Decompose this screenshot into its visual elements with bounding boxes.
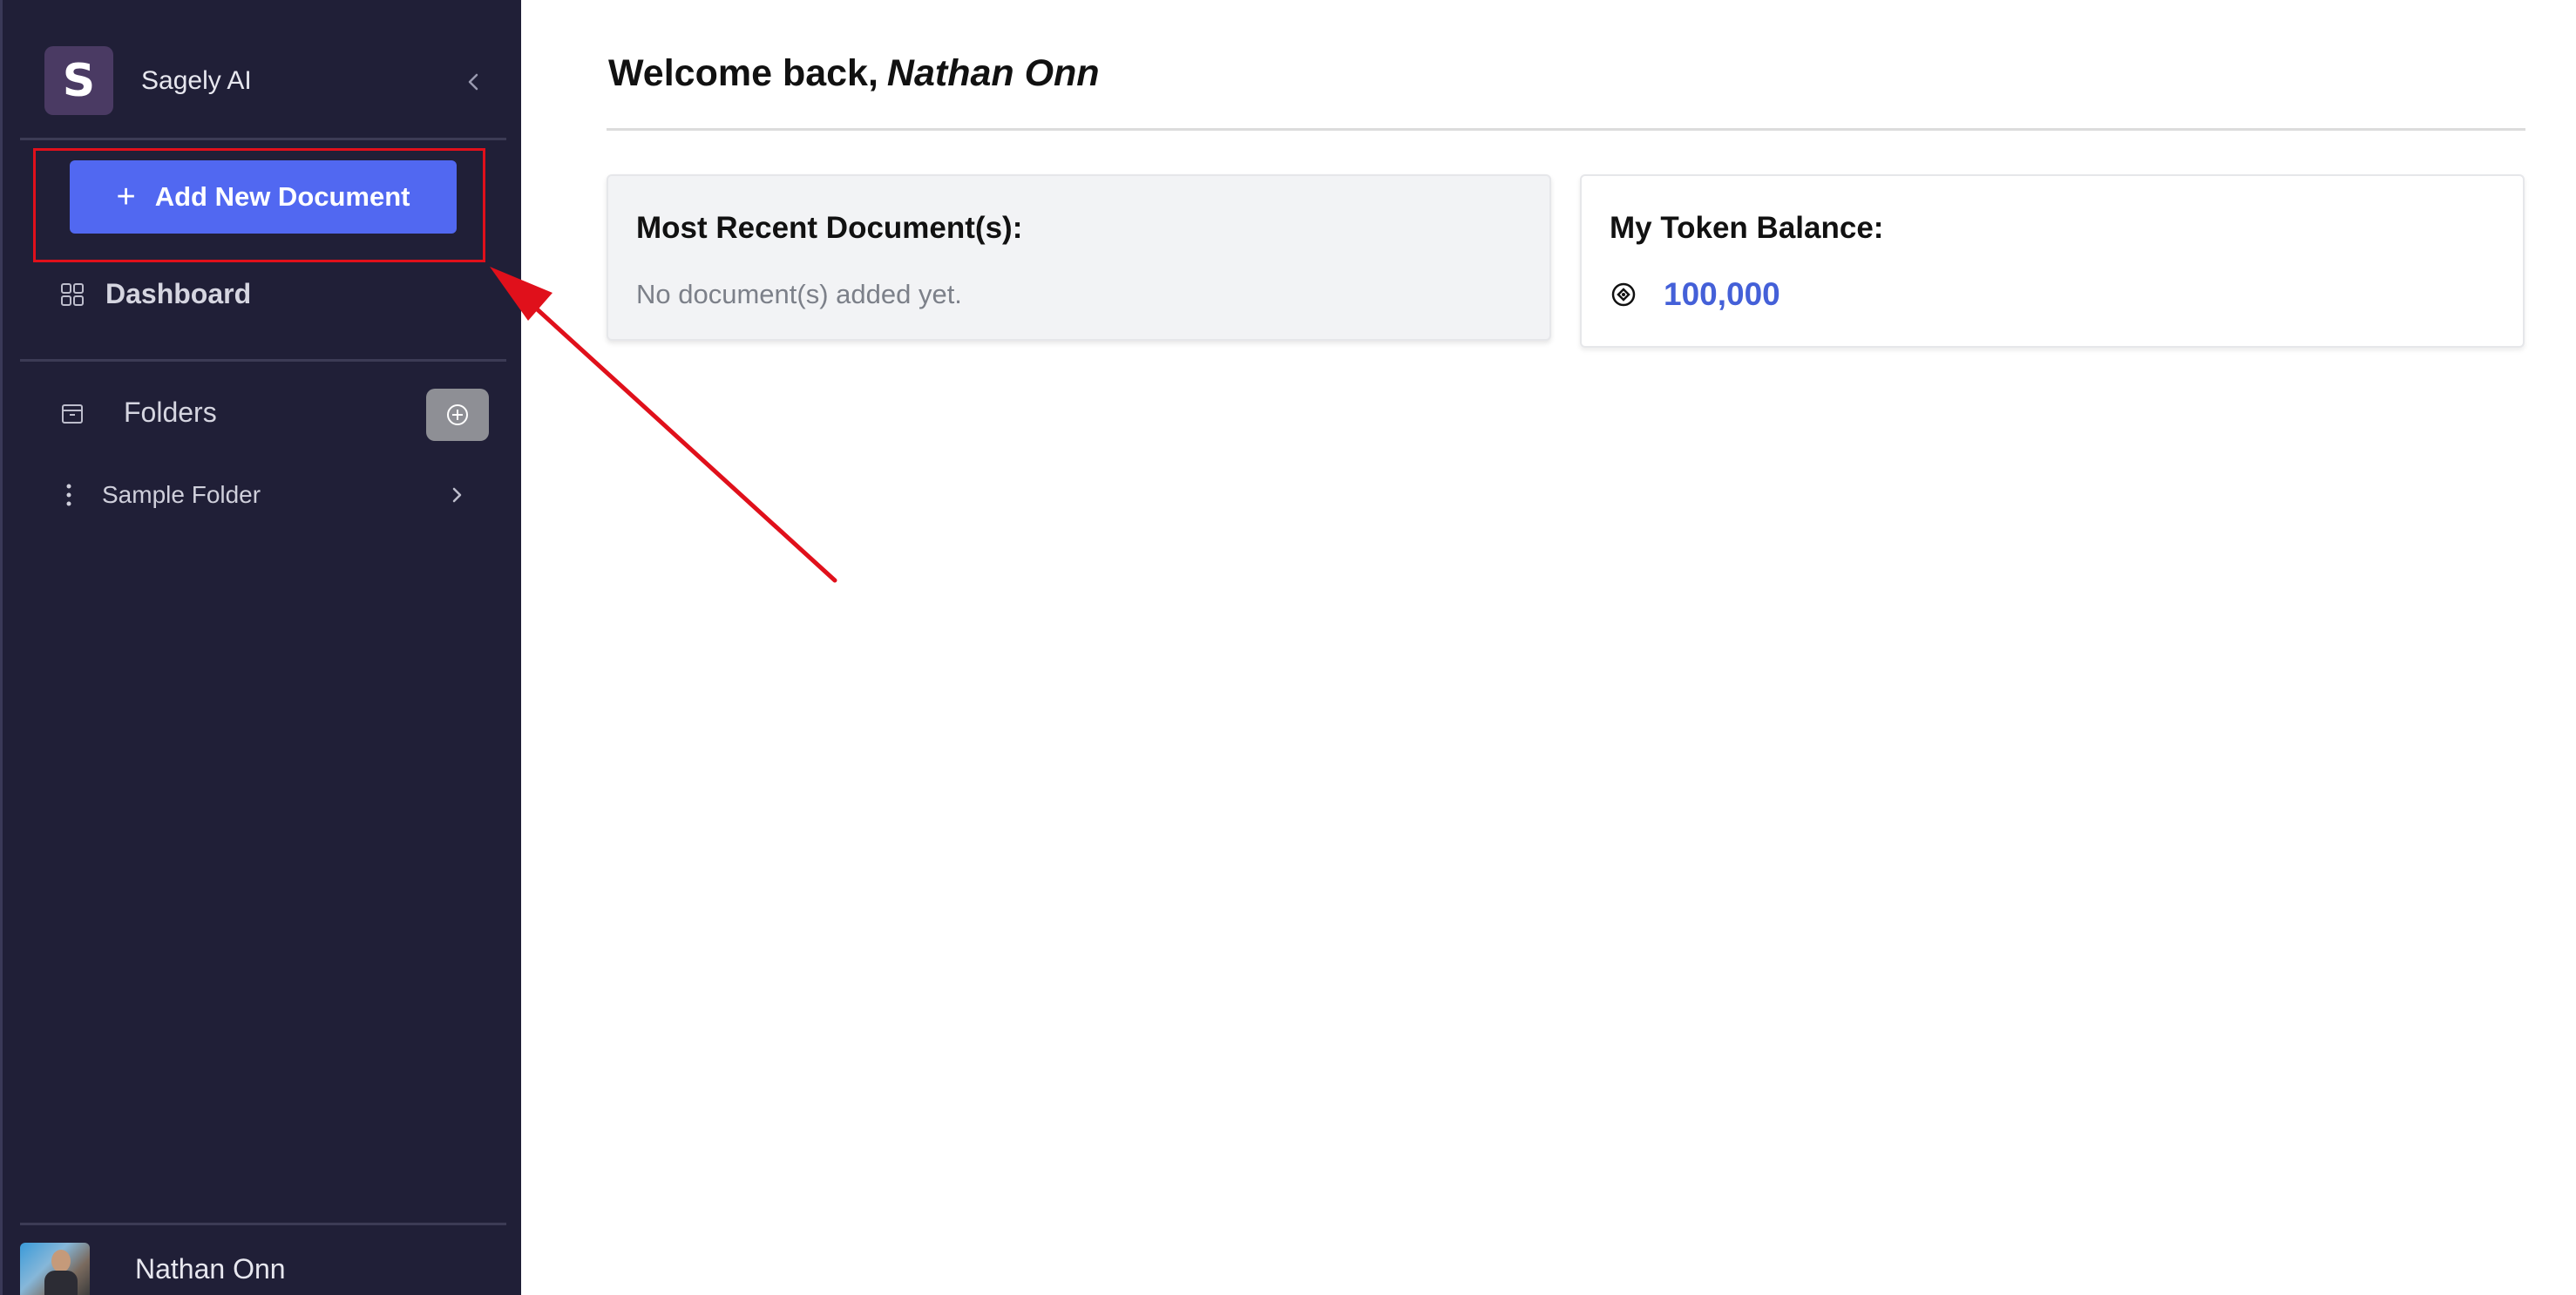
folder-item-sample-folder[interactable]: Sample Folder	[60, 478, 478, 512]
add-folder-button[interactable]	[426, 389, 489, 441]
token-balance-value: 100,000	[1664, 276, 1780, 312]
sidebar-item-dashboard[interactable]: Dashboard	[60, 278, 251, 310]
recent-documents-card: Most Recent Document(s): No document(s) …	[607, 174, 1551, 341]
kebab-menu-icon[interactable]	[60, 484, 78, 506]
token-balance-row: 100,000	[1610, 276, 1780, 313]
sidebar-divider	[20, 138, 506, 140]
page-title: Welcome back, Nathan Onn	[608, 52, 1100, 95]
sidebar: S Sagely AI + Add New Document Dashboard	[0, 0, 521, 1295]
token-balance-card: My Token Balance: 100,000	[1580, 174, 2525, 348]
welcome-prefix: Welcome back,	[608, 52, 878, 94]
token-coin-icon	[1611, 282, 1636, 307]
add-circle-icon	[447, 404, 468, 425]
sidebar-item-folders[interactable]: Folders	[60, 397, 217, 429]
card-title: My Token Balance:	[1610, 211, 1884, 245]
brand-name: Sagely AI	[141, 65, 252, 95]
collapse-chevron-icon[interactable]	[461, 68, 485, 96]
brand-logo: S	[44, 46, 113, 115]
sidebar-item-label: Dashboard	[105, 278, 252, 309]
sidebar-divider	[20, 359, 506, 362]
folder-name: Sample Folder	[102, 481, 261, 508]
user-profile[interactable]: Nathan Onn	[20, 1243, 286, 1295]
chevron-right-icon[interactable]	[446, 483, 467, 507]
empty-state-text: No document(s) added yet.	[636, 279, 962, 309]
card-title: Most Recent Document(s):	[636, 211, 1023, 245]
main-content: Welcome back, Nathan Onn Most Recent Doc…	[521, 0, 2576, 1295]
highlight-annotation-box	[33, 148, 485, 262]
header-divider	[607, 128, 2525, 131]
folder-icon	[62, 403, 83, 424]
sidebar-divider	[20, 1223, 506, 1225]
avatar	[20, 1243, 90, 1295]
dashboard-grid-icon	[61, 282, 84, 306]
sidebar-item-label: Folders	[124, 397, 217, 428]
welcome-name: Nathan Onn	[886, 52, 1100, 94]
app-window: S Sagely AI + Add New Document Dashboard	[0, 0, 2576, 1295]
brand[interactable]: S Sagely AI	[44, 46, 252, 115]
user-name: Nathan Onn	[135, 1253, 286, 1285]
